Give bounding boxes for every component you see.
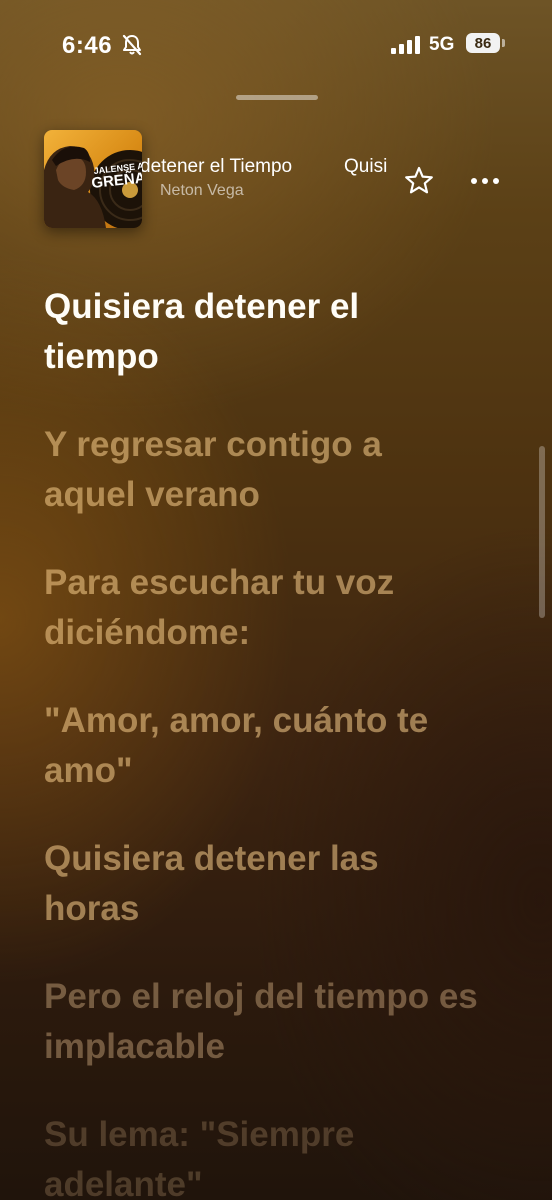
lyric-line[interactable]: Su lema: "Siempre adelante": [44, 1110, 424, 1200]
lyric-line[interactable]: Pero el reloj del tiempo es implacable: [44, 972, 504, 1072]
song-title: detener el Tiempo: [142, 156, 293, 177]
album-artwork[interactable]: JALENSE A LA GREÑA: [44, 130, 142, 228]
lyrics-view[interactable]: Quisiera detener el tiempo Y regresar co…: [44, 282, 514, 1200]
now-playing-header: JALENSE A LA GREÑA detener el Tiempo Qui…: [0, 126, 552, 236]
favorite-button[interactable]: [402, 164, 436, 198]
lyric-line[interactable]: Quisiera detener las horas: [44, 834, 384, 934]
more-options-button[interactable]: [466, 166, 504, 196]
bell-slash-icon: [122, 34, 142, 56]
status-bar: 6:46 5G 86: [0, 0, 552, 92]
star-icon: [405, 166, 433, 194]
lyric-line-current[interactable]: Quisiera detener el tiempo: [44, 282, 404, 382]
lyric-line[interactable]: Para escuchar tu voz diciéndome:: [44, 558, 464, 658]
song-title-repeat: Quisi: [344, 156, 388, 177]
ellipsis-icon: [471, 178, 499, 184]
song-info-marquee[interactable]: detener el Tiempo Quisi Neton Vega: [142, 152, 394, 202]
artist-name: Neton Vega: [160, 182, 244, 199]
sheet-grabber-handle[interactable]: [236, 95, 318, 100]
lyric-line[interactable]: Y regresar contigo a aquel verano: [44, 420, 454, 520]
status-time: 6:46: [62, 32, 113, 59]
battery-level: 86: [466, 33, 500, 53]
lyrics-scroll-indicator[interactable]: [539, 446, 545, 618]
network-type-label: 5G: [429, 34, 455, 55]
battery-icon: 86: [466, 33, 506, 55]
album-artwork-image: JALENSE A LA GREÑA: [44, 130, 142, 228]
cellular-signal-icon: [391, 36, 420, 54]
battery-tip: [502, 39, 505, 47]
lyric-line[interactable]: "Amor, amor, cuánto te amo": [44, 696, 444, 796]
